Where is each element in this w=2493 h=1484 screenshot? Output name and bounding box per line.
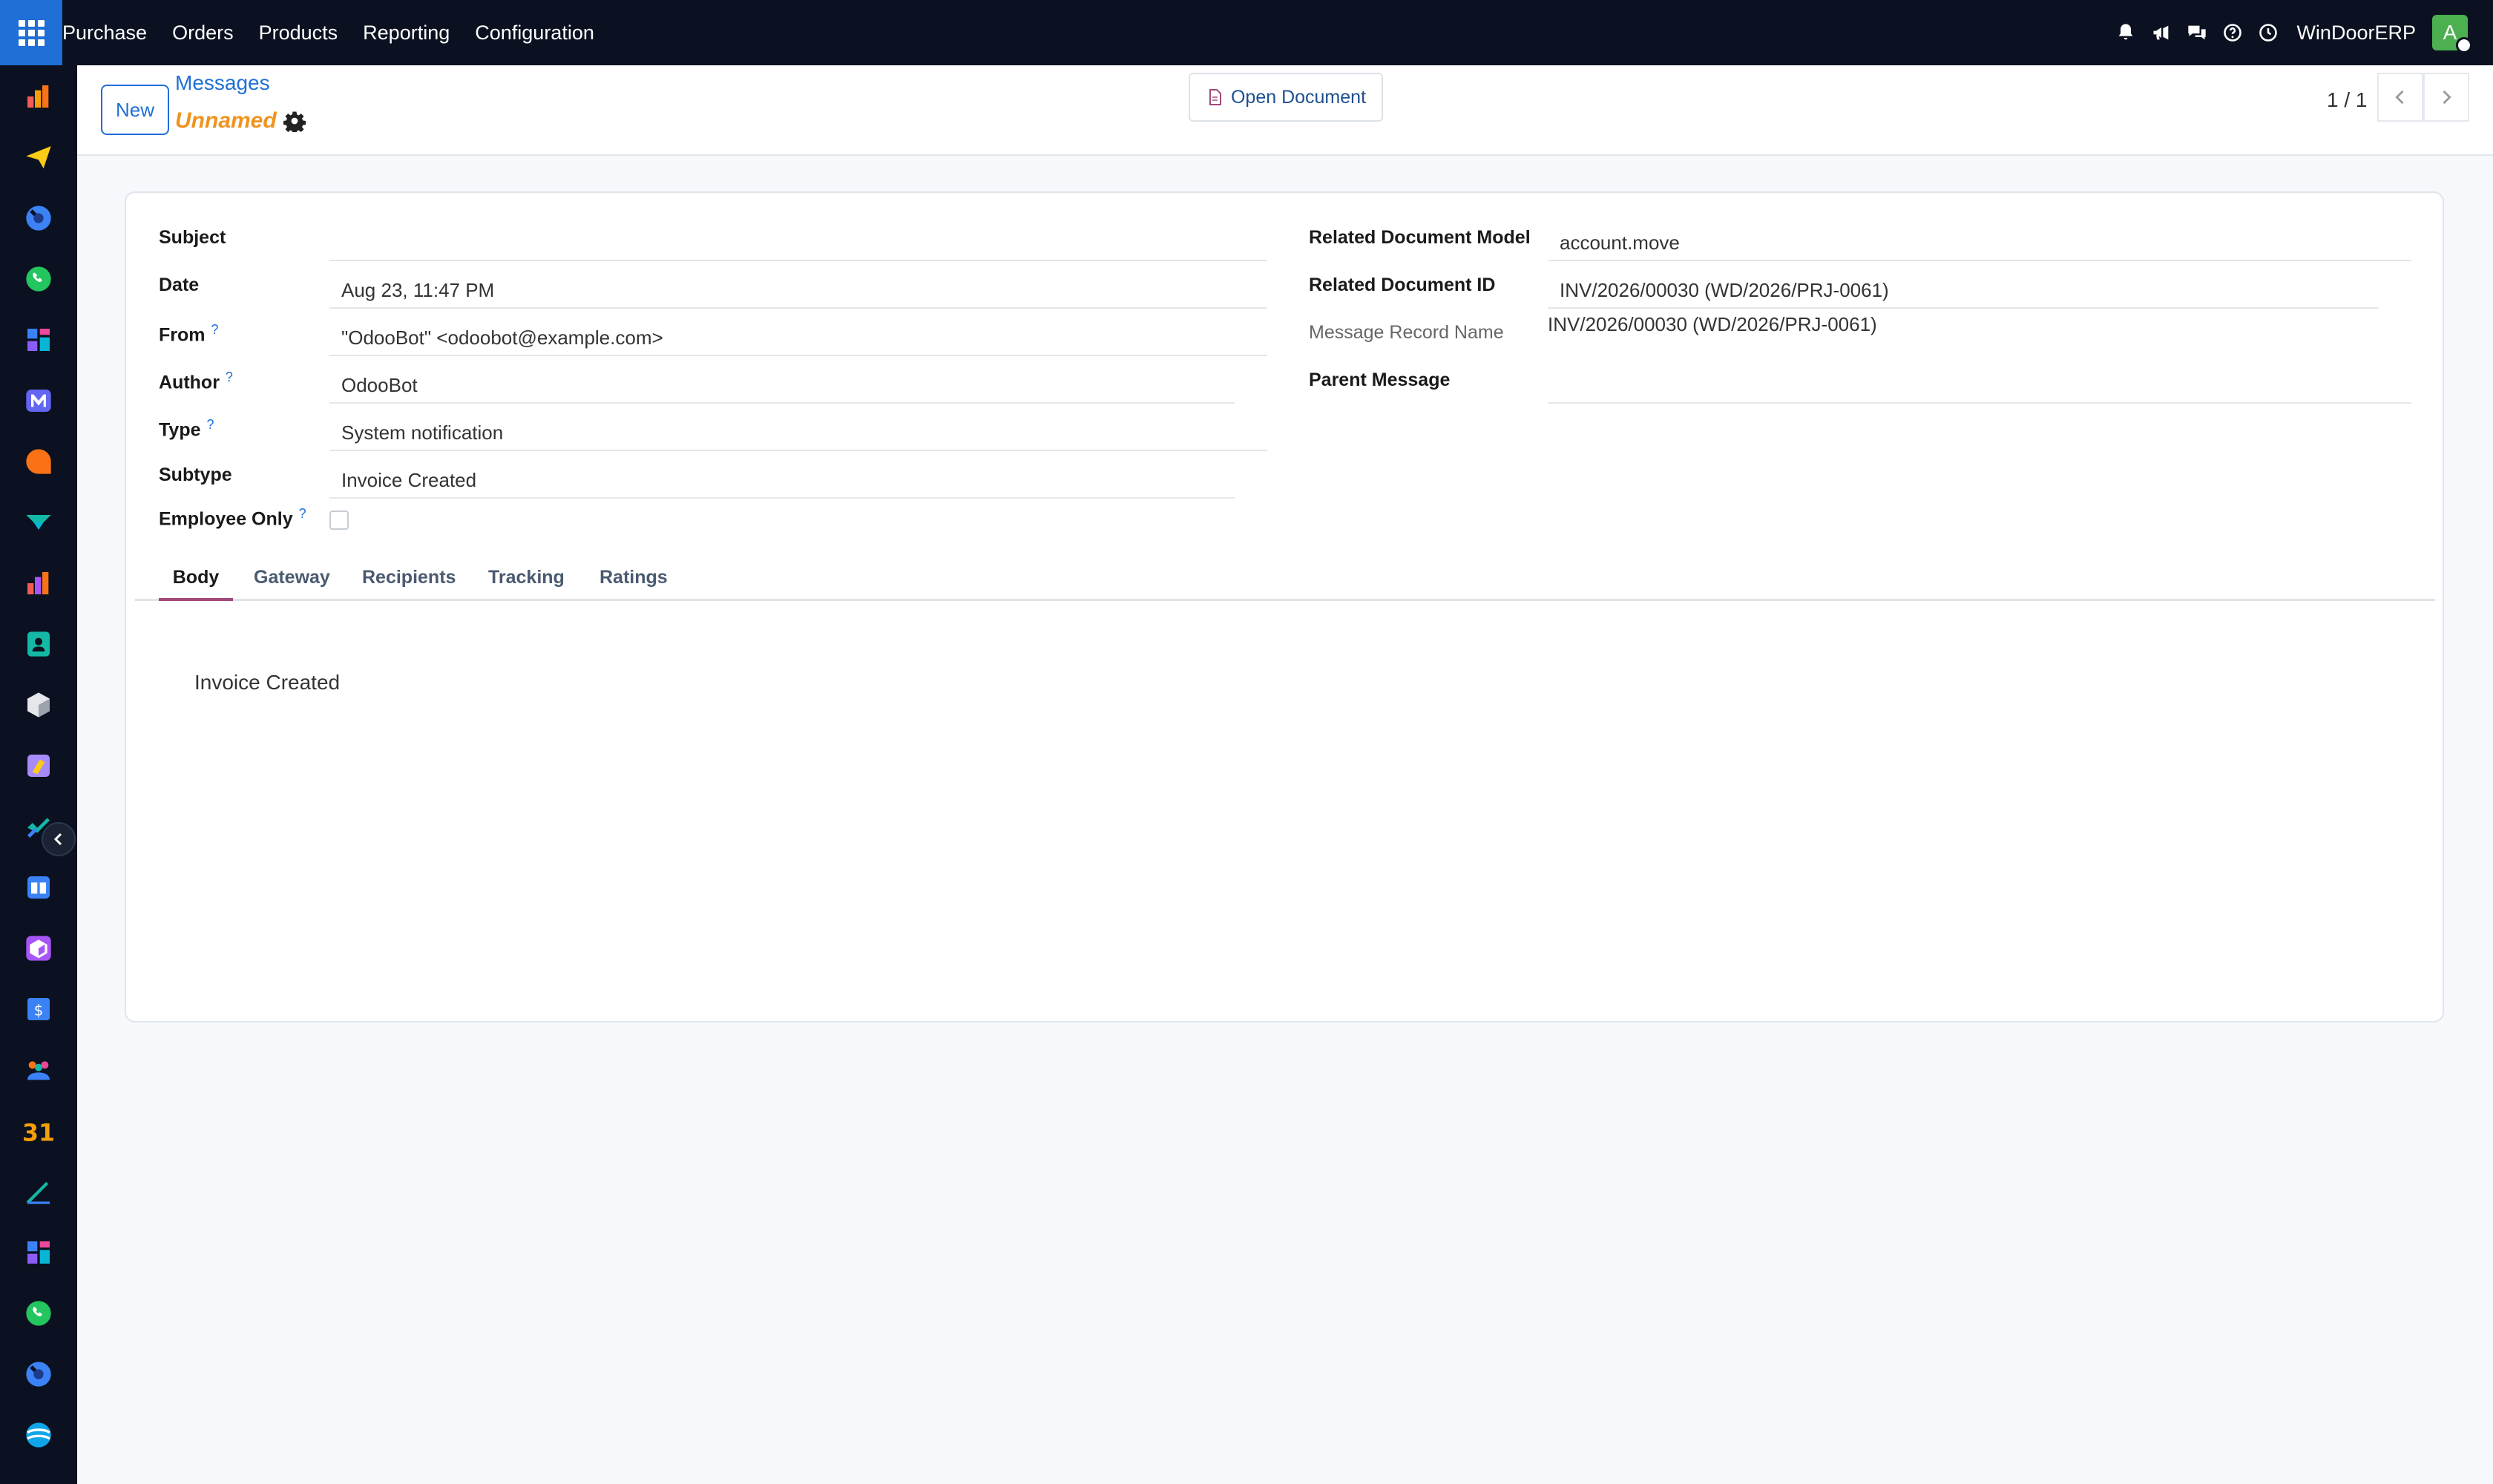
type-label: Type? <box>159 417 214 441</box>
record-title: Unnamed <box>175 108 277 133</box>
main-menu: Purchase Orders Products Reporting Confi… <box>62 0 607 65</box>
chat-icon[interactable] <box>2179 0 2215 65</box>
contacts-app-icon[interactable] <box>22 628 55 660</box>
company-switcher[interactable]: WinDoorERP <box>2296 22 2416 45</box>
notebook-tabs: Body Gateway Recipients Tracking Ratings <box>135 554 2435 601</box>
chevron-right-icon <box>2443 90 2451 105</box>
tab-recipients[interactable]: Recipients <box>362 554 456 601</box>
sign-app-icon[interactable] <box>22 1175 55 1208</box>
related-id-label: Related Document ID <box>1309 275 1496 295</box>
whatsapp-app-icon[interactable] <box>22 263 55 295</box>
from-field[interactable]: "OdooBot" <odoobot@example.com> <box>329 310 1267 356</box>
employee-only-label: Employee Only? <box>159 506 306 530</box>
author-field[interactable]: OdooBot <box>329 358 1235 404</box>
sales-app-icon[interactable]: $ <box>22 993 55 1025</box>
menu-orders[interactable]: Orders <box>160 0 246 65</box>
live-chat-app-icon[interactable] <box>22 445 55 478</box>
svg-text:$: $ <box>34 1001 44 1019</box>
date-field[interactable]: Aug 23, 11:47 PM <box>329 263 1267 309</box>
dashboards-app-icon[interactable] <box>22 324 55 356</box>
email-marketing-app-icon[interactable] <box>22 384 55 417</box>
open-document-button[interactable]: Open Document <box>1189 73 1383 122</box>
employees-app-icon[interactable] <box>22 1054 55 1086</box>
record-name-label: Message Record Name <box>1309 322 1504 343</box>
open-document-label: Open Document <box>1230 86 1367 108</box>
from-label: From? <box>159 322 219 346</box>
planning-app-icon[interactable] <box>22 506 55 539</box>
menu-configuration[interactable]: Configuration <box>462 0 607 65</box>
art-app-icon[interactable] <box>22 749 55 782</box>
form-sheet: Subject Date Aug 23, 11:47 PM From? "Odo… <box>125 191 2444 1022</box>
tab-ratings[interactable]: Ratings <box>600 554 668 601</box>
control-panel: New Messages Unnamed Open Document 1 / 1 <box>77 65 2493 156</box>
from-help-icon: ? <box>211 322 219 337</box>
svg-text:31: 31 <box>24 1120 53 1146</box>
top-navbar: Purchase Orders Products Reporting Confi… <box>0 0 2493 65</box>
inventory-app-icon[interactable] <box>22 689 55 721</box>
menu-purchase[interactable]: Purchase <box>62 0 160 65</box>
author-label: Author? <box>159 370 233 393</box>
timesheet-app-icon[interactable] <box>22 202 55 234</box>
related-model-field[interactable]: account.move <box>1548 215 2411 261</box>
subject-label: Subject <box>159 227 226 248</box>
type-field[interactable]: System notification <box>329 405 1267 451</box>
subject-field[interactable] <box>329 215 1267 261</box>
pager-value[interactable]: 1 / 1 <box>2327 83 2367 117</box>
dashboards-app-2-icon[interactable] <box>22 1236 55 1269</box>
breadcrumb-messages[interactable]: Messages <box>175 71 270 95</box>
calendar-app-icon[interactable]: 31 <box>22 1114 55 1147</box>
timesheet-app-2-icon[interactable] <box>22 1358 55 1391</box>
parent-message-label: Parent Message <box>1309 370 1451 390</box>
tab-body[interactable]: Body <box>159 554 233 601</box>
author-help-icon: ? <box>225 370 233 384</box>
tab-tracking[interactable]: Tracking <box>488 554 565 601</box>
knowledge-app-icon[interactable] <box>22 871 55 904</box>
purchase-app-icon[interactable] <box>22 80 55 113</box>
related-model-label: Related Document Model <box>1309 227 1531 248</box>
bell-icon[interactable] <box>2108 0 2144 65</box>
app-menu-button[interactable] <box>0 0 62 65</box>
menu-products[interactable]: Products <box>246 0 351 65</box>
date-label: Date <box>159 275 200 295</box>
tab-gateway[interactable]: Gateway <box>254 554 330 601</box>
field-service-app-icon[interactable] <box>22 1419 55 1451</box>
whatsapp-app-2-icon[interactable] <box>22 1297 55 1330</box>
subtype-field[interactable]: Invoice Created <box>329 453 1235 499</box>
clock-icon[interactable] <box>2250 0 2286 65</box>
discuss-app-icon[interactable] <box>22 141 55 174</box>
sidebar-collapse-button[interactable] <box>42 822 76 856</box>
status-dot <box>2456 37 2472 53</box>
employee-only-checkbox[interactable] <box>329 510 349 530</box>
new-button[interactable]: New <box>101 85 169 135</box>
avatar-initial: A <box>2443 21 2457 44</box>
systray: WinDoorERP A <box>2108 0 2493 65</box>
parent-message-field[interactable] <box>1548 358 2411 404</box>
chevron-left-icon <box>53 833 62 846</box>
menu-reporting[interactable]: Reporting <box>350 0 462 65</box>
message-body[interactable]: Invoice Created <box>194 671 340 695</box>
gear-icon[interactable] <box>283 110 306 132</box>
megaphone-icon[interactable] <box>2144 0 2179 65</box>
employee-only-help-icon: ? <box>298 506 306 521</box>
subtype-label: Subtype <box>159 464 232 485</box>
user-avatar[interactable]: A <box>2432 15 2472 53</box>
reporting-app-icon[interactable] <box>22 567 55 600</box>
pager-previous-button[interactable] <box>2377 73 2423 122</box>
packaging-app-icon[interactable] <box>22 932 55 965</box>
file-icon <box>1209 89 1221 105</box>
chevron-left-icon <box>2395 90 2404 105</box>
record-name-field: INV/2026/00030 (WD/2026/PRJ-0061) <box>1548 313 1877 335</box>
type-help-icon: ? <box>206 417 214 432</box>
pager-next-button[interactable] <box>2423 73 2469 122</box>
help-icon[interactable] <box>2215 0 2250 65</box>
app-sidebar: $ 31 <box>0 65 77 1484</box>
grid-icon <box>18 19 45 46</box>
